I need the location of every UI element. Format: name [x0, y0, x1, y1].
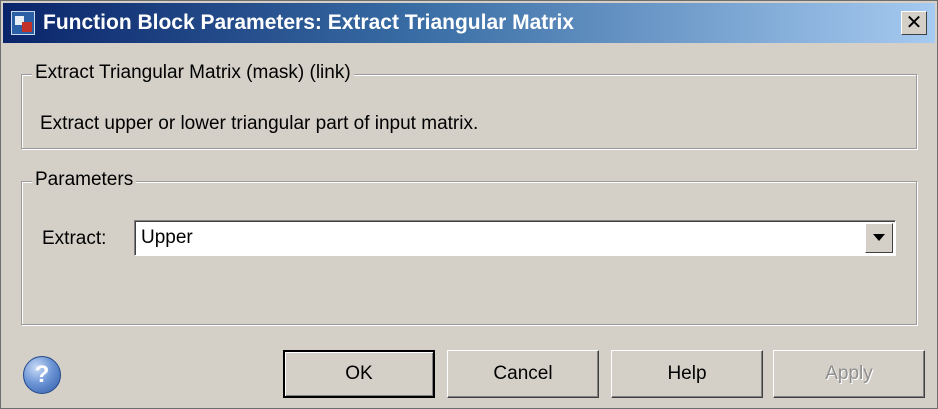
cancel-button[interactable]: Cancel	[447, 350, 599, 398]
window-title: Function Block Parameters: Extract Trian…	[43, 11, 574, 34]
parameters-legend: Parameters	[32, 169, 137, 191]
close-icon: ✕	[905, 12, 923, 34]
chevron-down-icon	[873, 234, 885, 241]
simulink-block-icon	[11, 11, 35, 35]
dropdown-arrow-button[interactable]	[865, 223, 893, 253]
apply-button[interactable]: Apply	[773, 350, 925, 398]
extract-dropdown-value: Upper	[141, 227, 193, 248]
ok-button[interactable]: OK	[283, 350, 435, 398]
title-bar[interactable]: Function Block Parameters: Extract Trian…	[3, 3, 935, 43]
help-icon[interactable]: ?	[23, 356, 61, 394]
description-groupbox: Extract Triangular Matrix (mask) (link) …	[21, 62, 917, 149]
block-description: Extract upper or lower triangular part o…	[40, 113, 479, 134]
extract-label: Extract:	[42, 228, 107, 249]
help-button[interactable]: Help	[611, 350, 763, 398]
dialog-window: Function Block Parameters: Extract Trian…	[0, 0, 938, 409]
extract-dropdown[interactable]: Upper	[134, 220, 896, 256]
description-legend: Extract Triangular Matrix (mask) (link)	[32, 62, 354, 84]
close-button[interactable]: ✕	[901, 11, 927, 35]
parameters-groupbox: Parameters Extract: Upper	[21, 169, 917, 325]
